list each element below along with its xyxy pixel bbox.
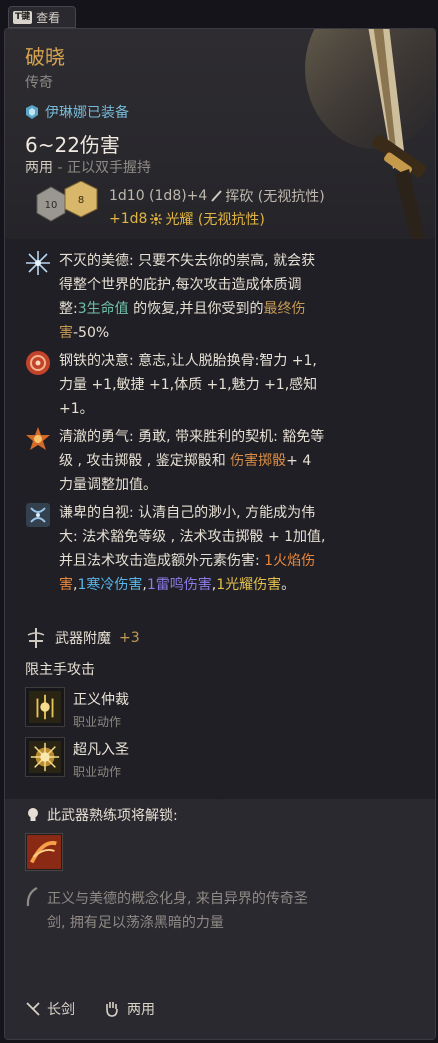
d10-label: 10 — [45, 200, 58, 211]
trait-iron-resolve[interactable]: 钢铁的决意: 意志,让人脱胎换骨:智力 +1,力量 +1,敏捷 +1,体质 +1… — [25, 349, 327, 421]
section-divider — [209, 789, 231, 800]
weapon-enchantment[interactable]: 武器附魔 +3 — [25, 627, 140, 649]
equipped-text: 伊琳娜已装备 — [45, 105, 129, 121]
action-type: 职业动作 — [73, 715, 122, 729]
slashing-dice: 1d10 (1d8)+4 — [109, 188, 208, 204]
item-footer: 长剑 两用 — [25, 999, 155, 1019]
action-transcend-holy[interactable]: 超凡入圣 职业动作 — [25, 737, 129, 780]
enchant-label: 武器附魔 — [55, 631, 111, 647]
mastery-label: 此武器熟练项将解锁: — [47, 808, 178, 824]
trait-text-segment: 钢铁的决意: 意志,让人脱胎换骨:智力 +1,力量 +1,敏捷 +1,体质 +1… — [59, 353, 318, 417]
key-badge: T键 — [13, 10, 33, 24]
radiant-icon — [150, 213, 163, 225]
resolve-icon — [26, 351, 50, 375]
lore-block: 正义与美德的概念化身, 来自异界的传奇圣剑, 拥有足以荡涤黑暗的力量 — [25, 887, 315, 935]
slashing-icon — [211, 190, 223, 202]
trait-text: 谦卑的自视: 认清自己的渺小, 方能成为伟大: 法术豁免等级 , 法术攻击掷骰 … — [59, 501, 327, 597]
enchant-sword-icon — [27, 628, 45, 648]
action-justice-arbitration[interactable]: 正义仲裁 职业动作 — [25, 687, 129, 730]
sword-art-icon — [305, 29, 435, 239]
action-type: 职业动作 — [73, 765, 122, 779]
hand-icon — [106, 1002, 118, 1017]
trait-text-segment: -50% — [73, 325, 110, 341]
dice-icon: 10 8 — [36, 181, 98, 222]
quill-icon — [26, 887, 38, 907]
trait-text: 不灭的美德: 只要不失去你的崇高, 就会获得整个世界的庇护,每次攻击造成体质调整… — [59, 249, 327, 345]
star-burst-icon — [26, 251, 50, 275]
highlighted-term[interactable]: 1光耀伤害 — [216, 577, 281, 593]
highlighted-term[interactable]: 伤害掷骰 — [230, 453, 286, 469]
weapon-mastery-header: 此武器熟练项将解锁: — [25, 805, 178, 825]
lore-text: 正义与美德的概念化身, 来自异界的传奇圣剑, 拥有足以荡涤黑暗的力量 — [47, 891, 308, 931]
trait-undying-virtue[interactable]: 不灭的美德: 只要不失去你的崇高, 就会获得整个世界的庇护,每次攻击造成体质调整… — [25, 249, 327, 345]
radiant-dice: +1d8 — [109, 211, 148, 227]
courage-icon — [26, 427, 50, 450]
transcend-holy-icon — [25, 737, 65, 777]
item-rarity: 传奇 — [25, 75, 53, 91]
trait-text-segment: 的恢复,并且你受到的 — [128, 301, 264, 317]
trait-clear-courage[interactable]: 清澈的勇气: 勇敢, 带来胜利的契机: 豁免等级 , 攻击掷骰 , 鉴定掷骰和 … — [25, 425, 327, 497]
radiant-type: 光耀 (无视抗性) — [165, 212, 265, 228]
inspect-hint[interactable]: T键 查看 — [8, 6, 76, 28]
longsword-icon — [26, 1002, 40, 1016]
handedness-line: 两用 - 正以双手握持 — [25, 157, 151, 177]
damage-roll-slashing: 1d10 (1d8)+4 挥砍 (无视抗性) — [109, 186, 325, 206]
mainhand-only-label: 限主手攻击 — [25, 662, 95, 678]
action-name: 正义仲裁 — [73, 692, 129, 708]
damage-range: 6~22伤害 — [25, 133, 120, 157]
slashing-type: 挥砍 (无视抗性) — [225, 189, 325, 205]
handedness-note: - 正以双手握持 — [53, 160, 151, 176]
trait-humble-vision[interactable]: 谦卑的自视: 认清自己的渺小, 方能成为伟大: 法术豁免等级 , 法术攻击掷骰 … — [25, 501, 327, 597]
trait-text: 清澈的勇气: 勇敢, 带来胜利的契机: 豁免等级 , 攻击掷骰 , 鉴定掷骰和 … — [59, 425, 327, 497]
equipped-status: 伊琳娜已装备 — [25, 102, 129, 122]
equipped-icon — [26, 105, 38, 119]
highlighted-term[interactable]: 1雷鸣伤害 — [147, 577, 212, 593]
weapon-type: 长剑 — [47, 1002, 75, 1018]
d8-label: 8 — [78, 195, 84, 206]
highlighted-term[interactable]: 1寒冷伤害 — [77, 577, 142, 593]
action-name: 超凡入圣 — [73, 742, 129, 758]
enchant-value: +3 — [119, 630, 140, 646]
highlighted-term[interactable]: 3生命值 — [78, 301, 129, 317]
bulb-icon — [28, 808, 38, 821]
handedness: 两用 — [25, 160, 53, 176]
inspect-label: 查看 — [36, 10, 61, 25]
trait-text-segment: 。 — [281, 577, 296, 593]
trait-text: 钢铁的决意: 意志,让人脱胎换骨:智力 +1,力量 +1,敏捷 +1,体质 +1… — [59, 349, 327, 421]
footer-handedness: 两用 — [127, 1002, 155, 1018]
weapon-mastery-icon[interactable] — [25, 833, 63, 871]
damage-roll-radiant: +1d8 光耀 (无视抗性) — [109, 209, 265, 229]
item-name: 破晓 — [25, 45, 65, 69]
item-tooltip: 破晓 传奇 伊琳娜已装备 6~22伤害 两用 - 正以双手握持 10 8 1d1… — [4, 28, 436, 1040]
humility-icon — [26, 503, 50, 527]
justice-arbitration-icon — [25, 687, 65, 727]
